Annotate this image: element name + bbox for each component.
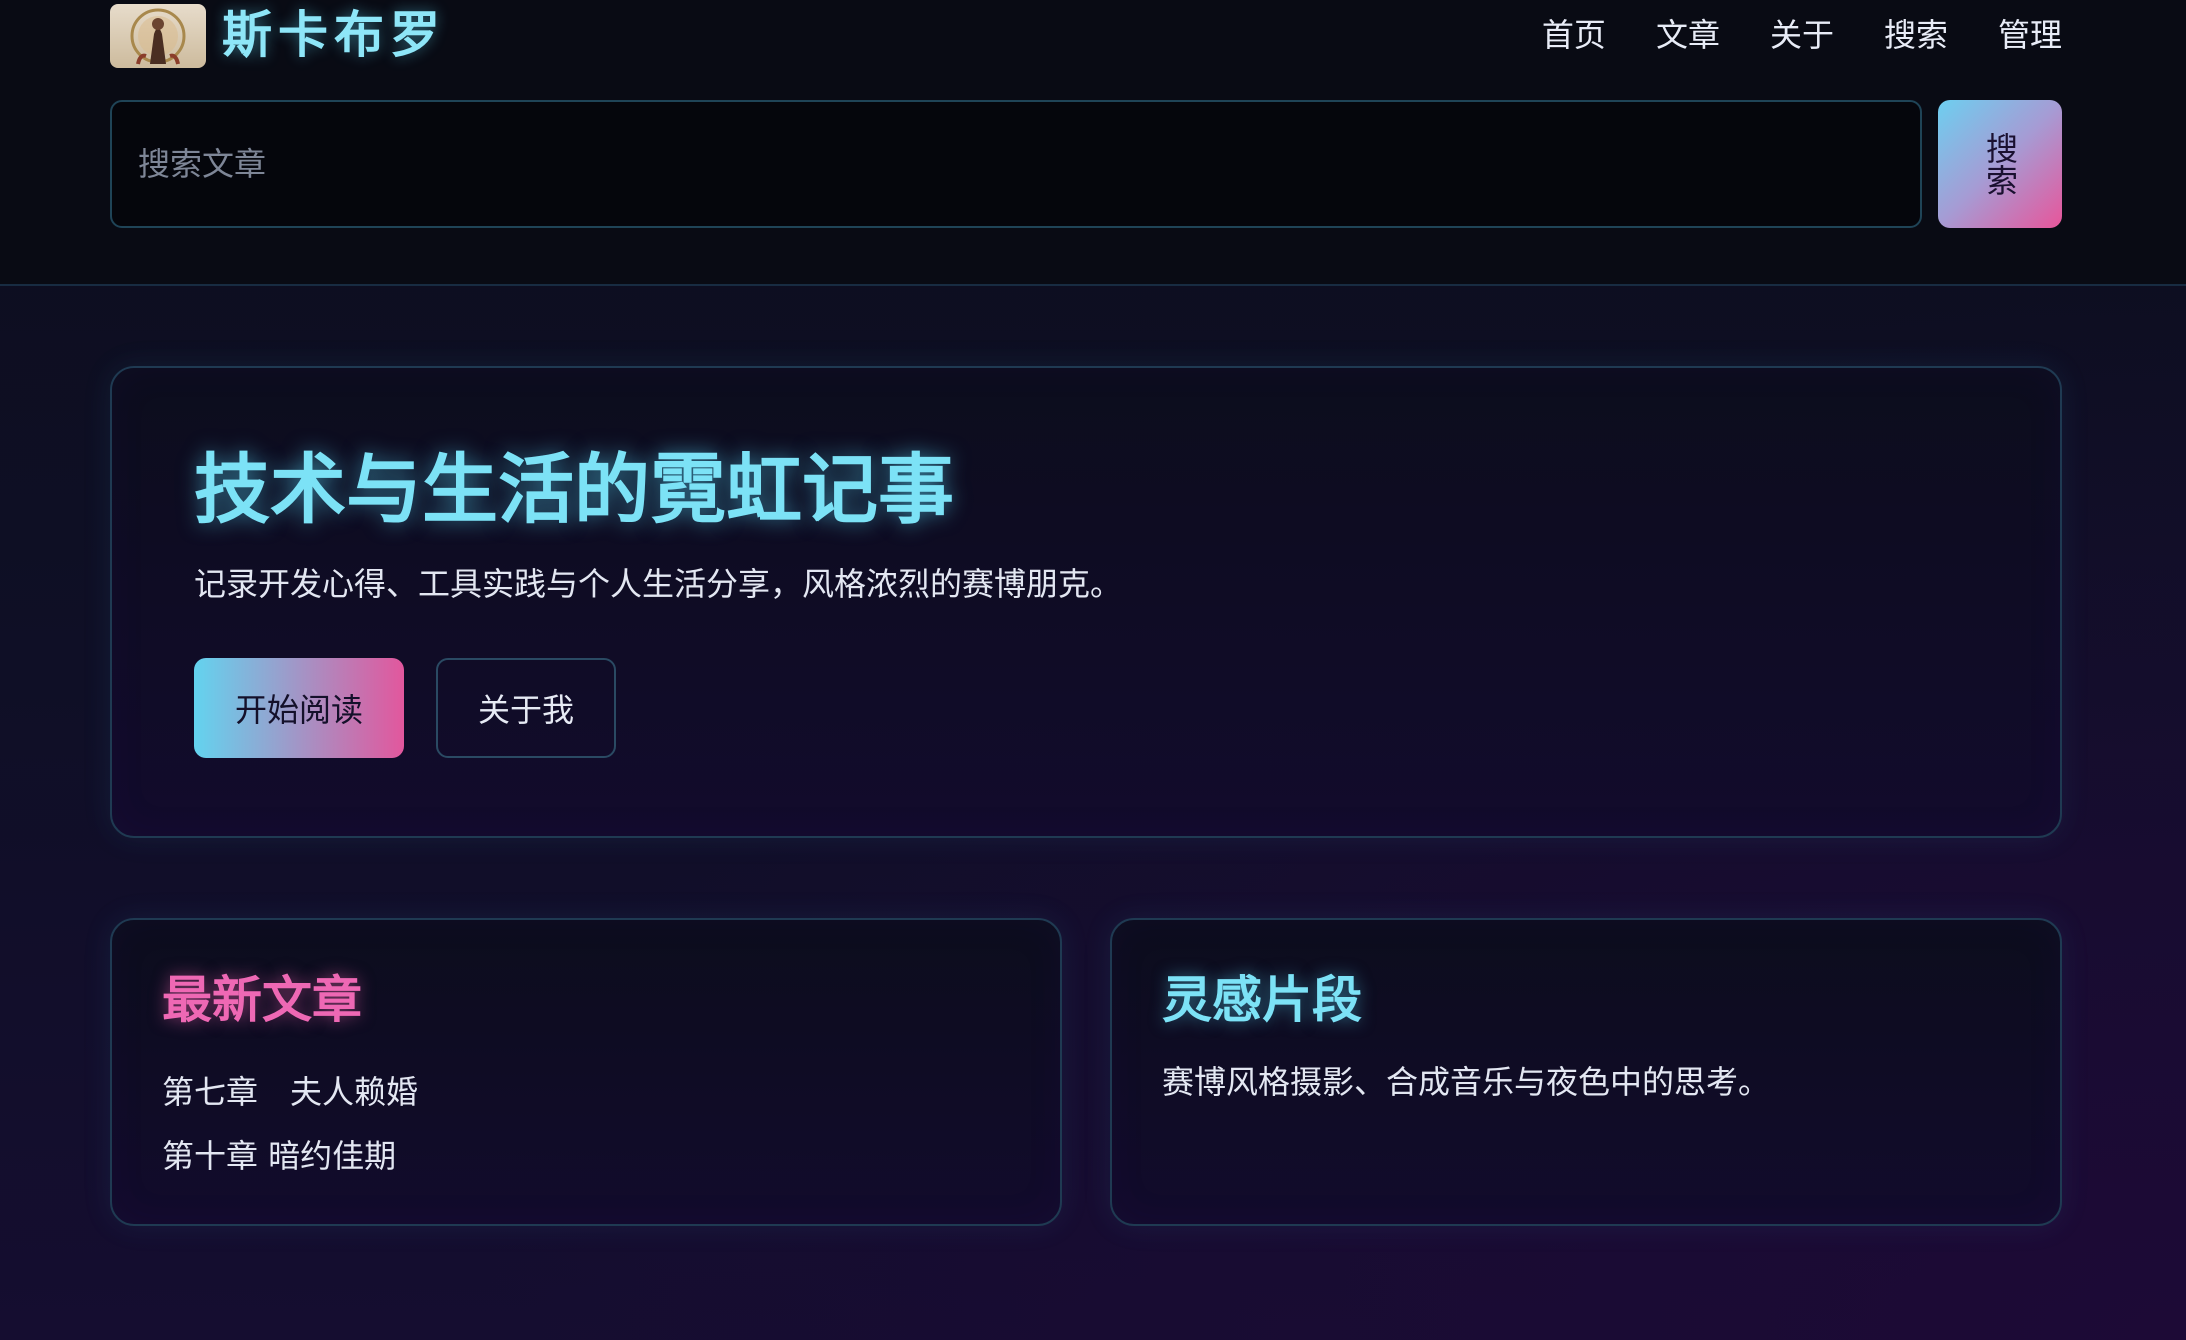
nav-search[interactable]: 搜索 bbox=[1884, 10, 1948, 60]
latest-articles-panel: 最新文章 第七章 夫人赖婚 第十章 暗约佳期 bbox=[110, 918, 1062, 1226]
inspiration-text: 赛博风格摄影、合成音乐与夜色中的思考。 bbox=[1162, 1063, 1771, 1101]
site-logo[interactable] bbox=[110, 4, 206, 68]
nav-home[interactable]: 首页 bbox=[1542, 10, 1606, 60]
inspiration-panel: 灵感片段 赛博风格摄影、合成音乐与夜色中的思考。 bbox=[1110, 918, 2062, 1226]
logo-portrait-icon bbox=[130, 8, 186, 65]
article-link[interactable]: 第十章 暗约佳期 bbox=[162, 1124, 418, 1188]
article-list: 第七章 夫人赖婚 第十章 暗约佳期 bbox=[162, 1060, 418, 1188]
main-nav: 首页 文章 关于 搜索 管理 bbox=[1542, 10, 2062, 60]
hero-card: 技术与生活的霓虹记事 记录开发心得、工具实践与个人生活分享，风格浓烈的赛博朋克。… bbox=[110, 366, 2062, 838]
hero-subtitle: 记录开发心得、工具实践与个人生活分享，风格浓烈的赛博朋克。 bbox=[194, 565, 1123, 603]
article-link[interactable]: 第七章 夫人赖婚 bbox=[162, 1060, 418, 1124]
inspiration-title: 灵感片段 bbox=[1162, 971, 1362, 1029]
hero-title: 技术与生活的霓虹记事 bbox=[194, 445, 954, 534]
latest-articles-title: 最新文章 bbox=[162, 971, 362, 1029]
start-reading-button[interactable]: 开始阅读 bbox=[194, 658, 404, 758]
nav-articles[interactable]: 文章 bbox=[1656, 10, 1720, 60]
search-input[interactable] bbox=[110, 100, 1922, 228]
search-button[interactable]: 搜索 bbox=[1938, 100, 2062, 228]
nav-admin[interactable]: 管理 bbox=[1998, 10, 2062, 60]
site-title[interactable]: 斯卡布罗 bbox=[222, 2, 446, 68]
site-header: 斯卡布罗 首页 文章 关于 搜索 管理 搜索 bbox=[0, 0, 2186, 286]
about-me-button[interactable]: 关于我 bbox=[436, 658, 616, 758]
nav-about[interactable]: 关于 bbox=[1770, 10, 1834, 60]
